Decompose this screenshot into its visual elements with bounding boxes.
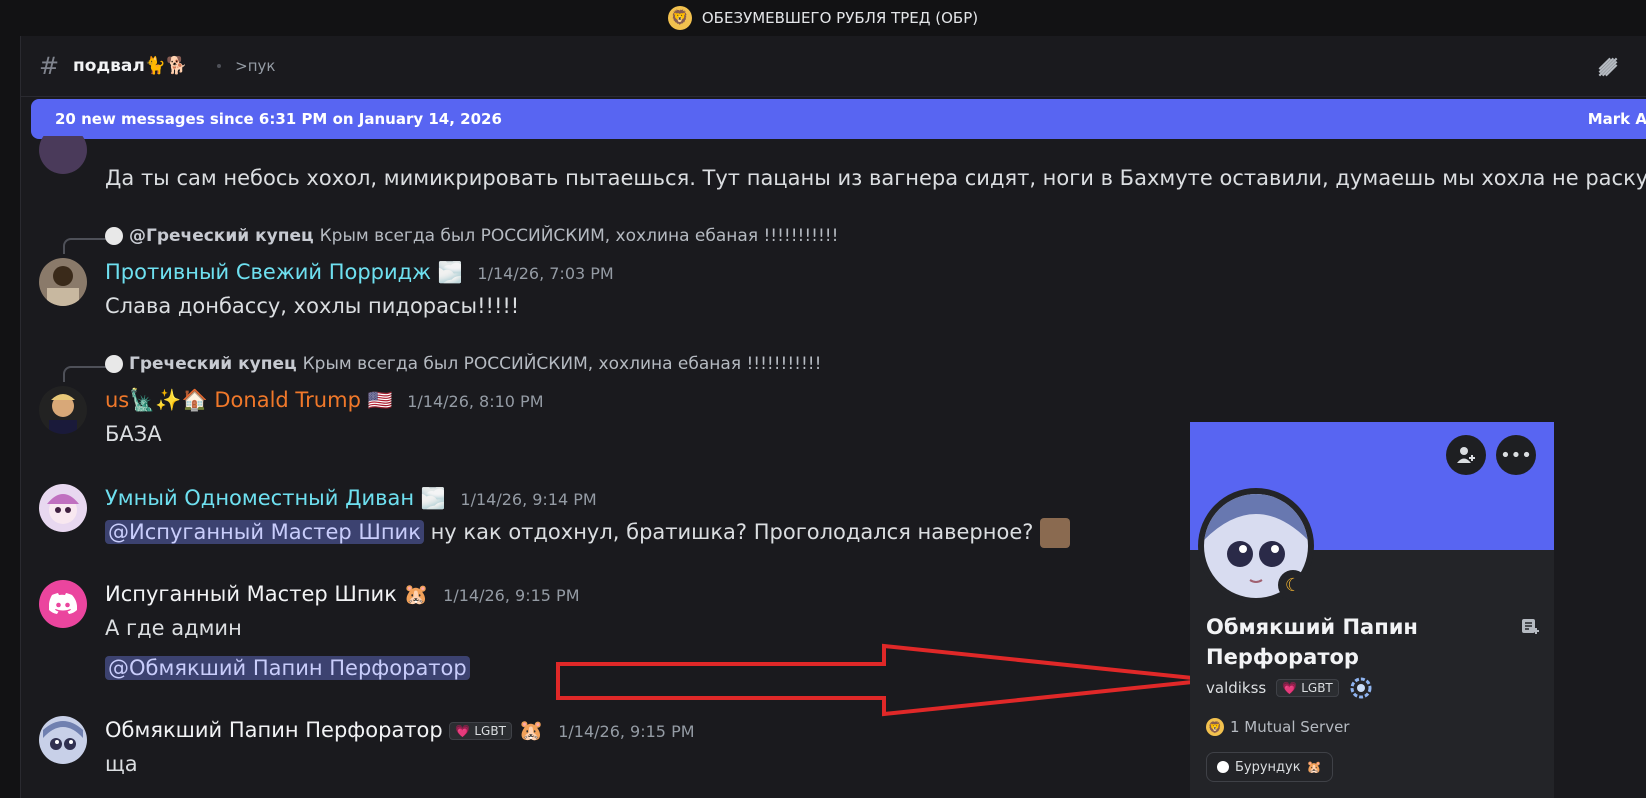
title-bar: 🦁 ОБЕЗУМЕВШЕГО РУБЛЯ ТРЕД (ОБР) bbox=[0, 0, 1646, 36]
message-header: Противный Свежий Порридж 🌫️ 1/14/26, 7:0… bbox=[105, 260, 614, 284]
message-body: ну как отдохнул, братишка? Проголодался … bbox=[430, 520, 1034, 544]
custom-emoji bbox=[1040, 518, 1071, 548]
username[interactable]: Испуганный Мастер Шпик bbox=[105, 582, 397, 606]
server-icon: 🦁 bbox=[667, 6, 692, 30]
channel-header: # подвал🐈🐕 >пук bbox=[21, 36, 1646, 97]
message-text: БАЗА bbox=[105, 422, 162, 446]
add-friend-icon bbox=[1457, 447, 1475, 463]
more-options-button[interactable]: ••• bbox=[1496, 435, 1536, 475]
heart-icon: 💗 bbox=[1282, 681, 1298, 695]
add-friend-button[interactable] bbox=[1446, 435, 1486, 475]
profile-display-name: Обмякший Папин Перфоратор bbox=[1206, 615, 1418, 669]
username[interactable]: Donald Trump bbox=[214, 388, 361, 412]
nitro-badge-icon[interactable] bbox=[1349, 676, 1373, 700]
mutual-servers[interactable]: 🦁 1 Mutual Server bbox=[1206, 718, 1349, 736]
timestamp[interactable]: 1/14/26, 9:15 PM bbox=[443, 586, 579, 605]
timestamp[interactable]: 1/14/26, 7:03 PM bbox=[477, 264, 613, 283]
avatar-image bbox=[39, 484, 87, 532]
username[interactable]: Противный Свежий Порридж bbox=[105, 260, 431, 284]
reply-text: Крым всегда был РОССИЙСКИМ, хохлина ебан… bbox=[302, 354, 822, 374]
mark-as-read-button[interactable]: Mark A bbox=[1588, 110, 1646, 128]
user-mention[interactable]: @Обмякший Папин Перфоратор bbox=[105, 656, 470, 680]
avatar[interactable] bbox=[39, 484, 87, 532]
role-emoji: 🐹 bbox=[1306, 760, 1322, 774]
server-icon: 🦁 bbox=[1206, 718, 1224, 736]
message-header: Испуганный Мастер Шпик 🐹 1/14/26, 9:15 P… bbox=[105, 582, 580, 606]
avatar-image bbox=[39, 386, 87, 434]
message-header: Обмякший Папин Перфоратор 💗 LGBT 🐹 1/14/2… bbox=[105, 718, 695, 742]
role-pill[interactable]: Бурундук 🐹 bbox=[1206, 752, 1333, 782]
more-icon: ••• bbox=[1500, 444, 1532, 466]
username[interactable]: Обмякший Папин Перфоратор bbox=[105, 718, 443, 742]
avatar[interactable] bbox=[39, 716, 87, 764]
heart-icon: 💗 bbox=[455, 724, 471, 738]
new-messages-text: 20 new messages since 6:31 PM on January… bbox=[55, 110, 502, 128]
message-header: us🗽✨🏠 Donald Trump 🇺🇸 1/14/26, 8:10 PM bbox=[105, 388, 544, 413]
badge-label: LGBT bbox=[474, 724, 506, 738]
message-text: @Обмякший Папин Перфоратор bbox=[105, 656, 470, 680]
reply-preview[interactable]: @Греческий купец Крым всегда был РОССИЙС… bbox=[105, 226, 838, 246]
message-text: Да ты сам небось хохол, мимикрировать пы… bbox=[105, 166, 1646, 190]
threads-icon[interactable] bbox=[1595, 54, 1621, 80]
channel-topic[interactable]: >пук bbox=[235, 57, 275, 75]
profile-username-row: valdikss 💗 LGBT bbox=[1206, 676, 1373, 700]
avatar[interactable] bbox=[39, 580, 87, 628]
reply-author[interactable]: @Греческий купец bbox=[129, 226, 314, 246]
channel-name: подвал🐈🐕 bbox=[73, 56, 188, 76]
username-prefix: us🗽✨🏠 bbox=[105, 388, 208, 412]
separator-dot bbox=[217, 64, 222, 68]
reply-preview[interactable]: Греческий купец Крым всегда был РОССИЙСК… bbox=[105, 354, 821, 374]
server-sidebar bbox=[0, 36, 20, 798]
role-badge: 💗 LGBT bbox=[1276, 679, 1339, 697]
reply-connector bbox=[63, 366, 107, 382]
reply-author[interactable]: Греческий купец bbox=[129, 354, 297, 374]
add-note-icon[interactable] bbox=[1520, 616, 1540, 636]
status-emoji: 🌫️ bbox=[437, 260, 463, 284]
user-mention[interactable]: @Испуганный Мастер Шпик bbox=[105, 520, 424, 544]
status-emoji: 🌫️ bbox=[420, 486, 446, 510]
reply-avatar bbox=[105, 227, 123, 245]
role-name: Бурундук bbox=[1235, 759, 1301, 775]
timestamp[interactable]: 1/14/26, 8:10 PM bbox=[407, 392, 543, 411]
avatar-image bbox=[39, 258, 87, 306]
message-header: Умный Одноместный Диван 🌫️ 1/14/26, 9:14… bbox=[105, 486, 597, 510]
avatar[interactable] bbox=[39, 258, 87, 306]
status-emoji: 🐹 bbox=[518, 718, 544, 742]
avatar[interactable] bbox=[39, 386, 87, 434]
message-text: А где админ bbox=[105, 616, 242, 640]
badge-label: LGBT bbox=[1301, 681, 1333, 695]
discord-logo-icon bbox=[49, 593, 77, 614]
message-text: ща bbox=[105, 752, 138, 776]
reply-text: Крым всегда был РОССИЙСКИМ, хохлина ебан… bbox=[319, 226, 839, 246]
new-messages-banner[interactable]: 20 new messages since 6:31 PM on January… bbox=[31, 99, 1646, 139]
role-badge: 💗 LGBT bbox=[449, 722, 512, 740]
idle-status-icon: ☾ bbox=[1278, 570, 1308, 600]
status-emoji: 🇺🇸 bbox=[367, 388, 393, 412]
mutual-servers-label: 1 Mutual Server bbox=[1230, 718, 1350, 736]
message-text: @Испуганный Мастер Шпик ну как отдохнул,… bbox=[105, 518, 1071, 548]
role-color-dot bbox=[1217, 761, 1229, 773]
timestamp[interactable]: 1/14/26, 9:15 PM bbox=[558, 722, 694, 741]
window-title: ОБЕЗУМЕВШЕГО РУБЛЯ ТРЕД (ОБР) bbox=[701, 9, 979, 27]
avatar-image bbox=[39, 716, 87, 764]
status-emoji: 🐹 bbox=[403, 582, 429, 606]
avatar[interactable] bbox=[39, 136, 87, 174]
username[interactable]: Умный Одноместный Диван bbox=[105, 486, 414, 510]
profile-username[interactable]: valdikss bbox=[1206, 679, 1266, 697]
timestamp[interactable]: 1/14/26, 9:14 PM bbox=[460, 490, 596, 509]
reply-avatar bbox=[105, 355, 123, 373]
reply-connector bbox=[63, 238, 107, 254]
profile-popout: ••• ☾ Обмякший Папин Перфоратор valdikss… bbox=[1190, 422, 1554, 798]
hash-icon: # bbox=[39, 52, 60, 80]
message-text: Слава донбассу, хохлы пидорасы!!!!! bbox=[105, 294, 520, 318]
